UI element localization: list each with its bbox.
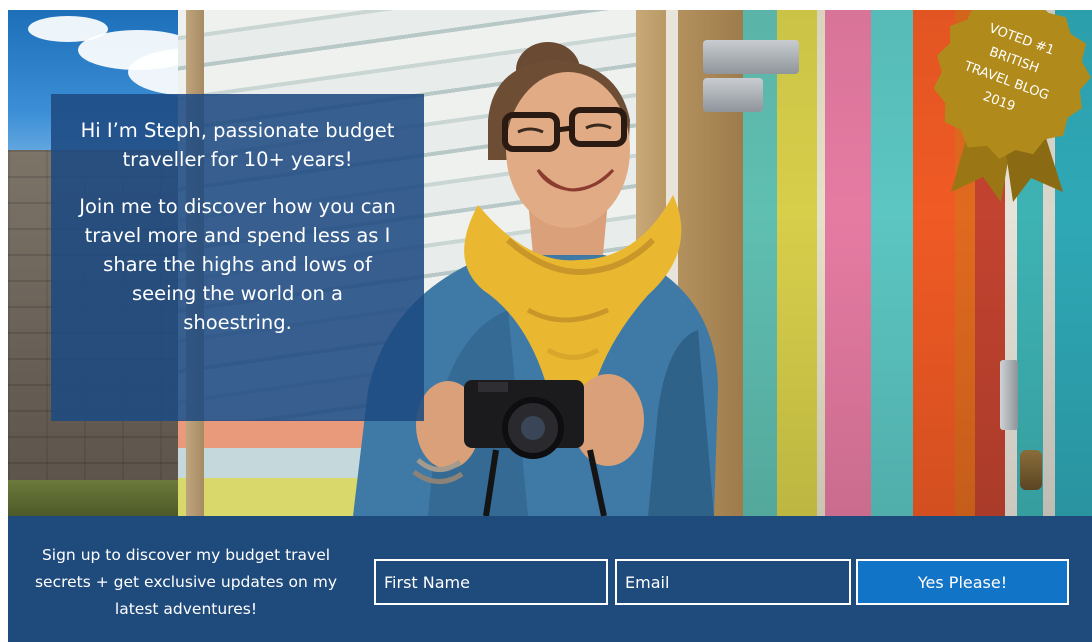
intro-heading: Hi I’m Steph, passionate budget travelle… — [80, 119, 395, 171]
email-input[interactable] — [625, 572, 841, 592]
first-name-field[interactable] — [374, 559, 608, 605]
signup-bar: Sign up to discover my budget travel sec… — [8, 516, 1092, 642]
yes-please-button[interactable]: Yes Please! — [856, 559, 1069, 605]
first-name-input[interactable] — [384, 572, 598, 592]
intro-box: Hi I’m Steph, passionate budget travelle… — [51, 94, 424, 421]
intro-paragraph: Join me to discover how you can travel m… — [79, 195, 396, 334]
hero-banner: Hi I’m Steph, passionate budget travelle… — [8, 10, 1092, 516]
award-badge: VOTED #1 BRITISH TRAVEL BLOG 2019 — [933, 10, 1091, 202]
signup-text: Sign up to discover my budget travel sec… — [34, 546, 338, 618]
email-field[interactable] — [615, 559, 851, 605]
page-frame: Hi I’m Steph, passionate budget travelle… — [8, 10, 1092, 642]
